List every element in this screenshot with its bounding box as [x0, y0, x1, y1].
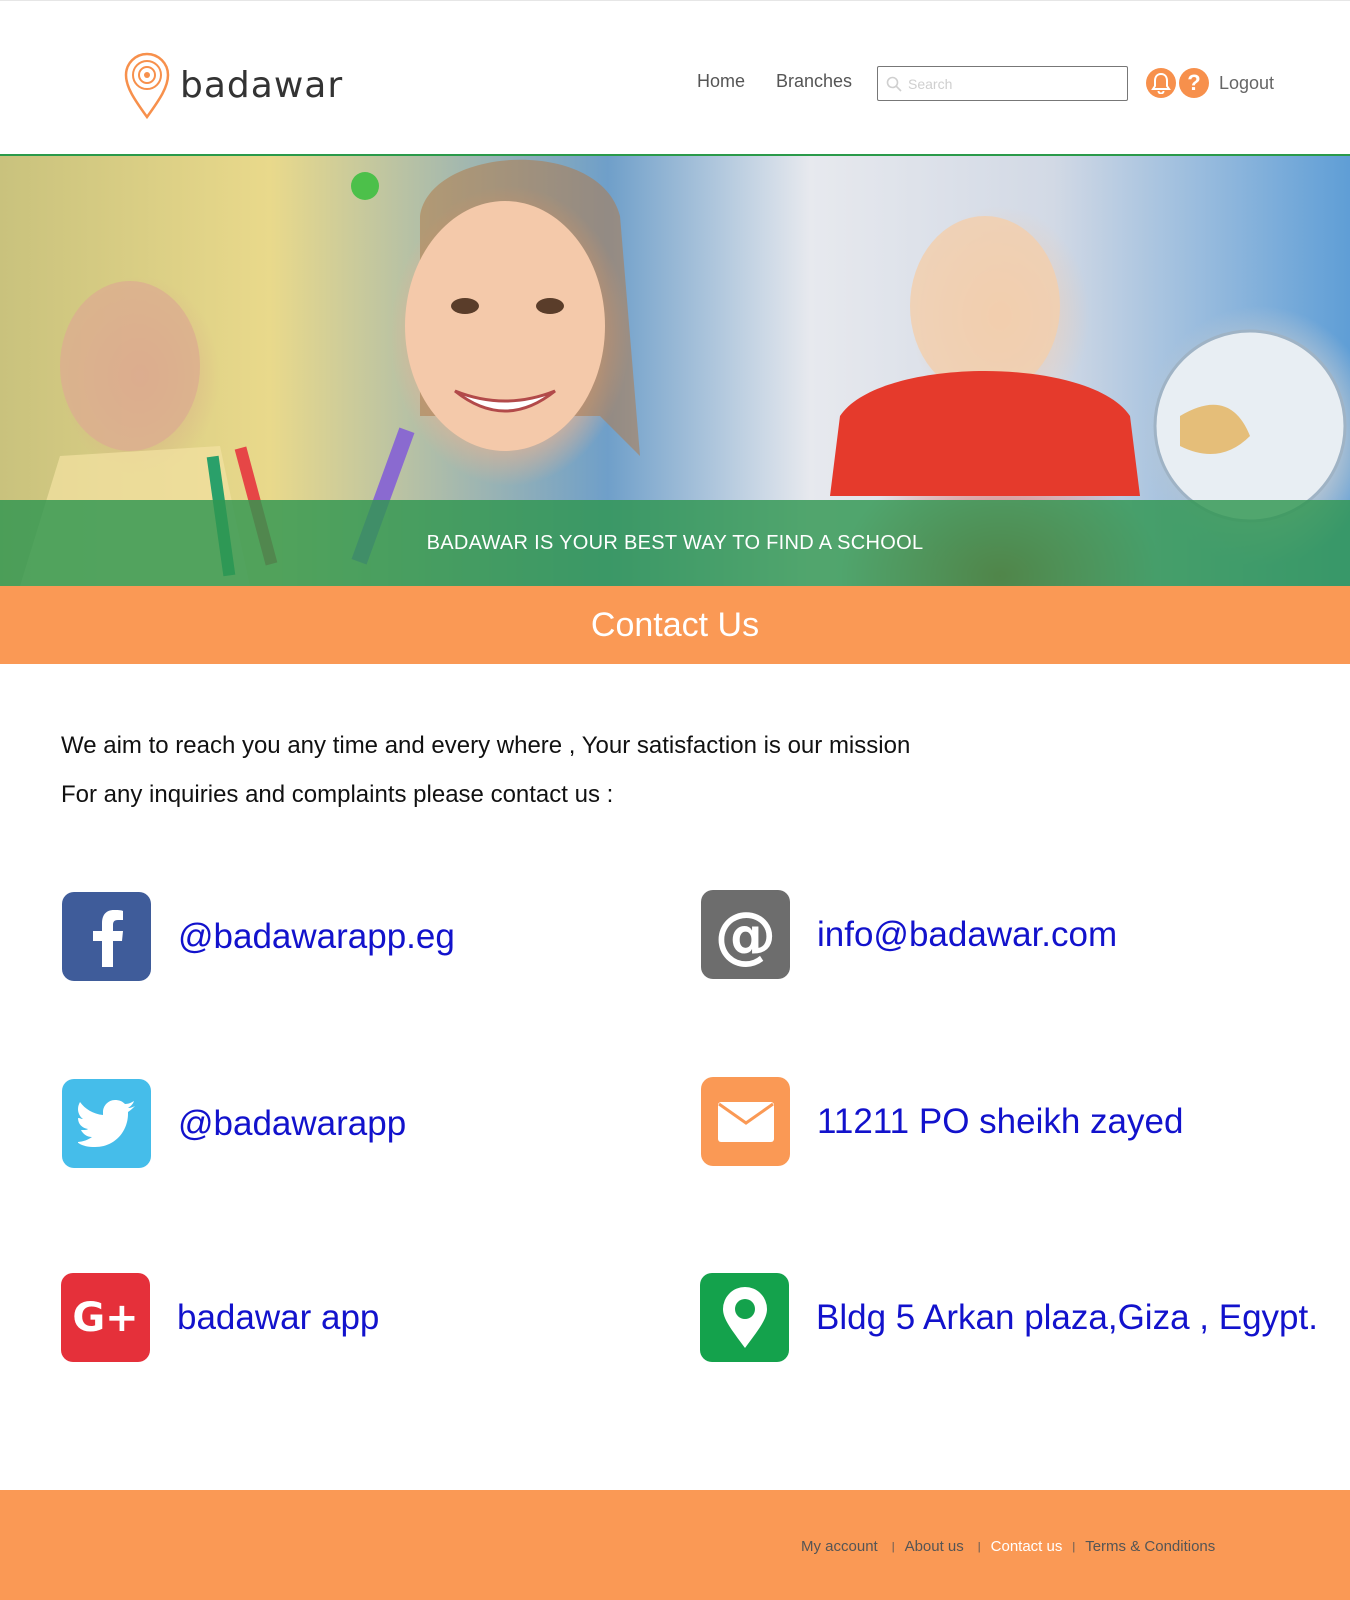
search-input[interactable]: [908, 75, 1118, 92]
facebook-icon: [62, 892, 151, 981]
nav-branches-link[interactable]: Branches: [776, 71, 852, 92]
page-title-band: Contact Us: [0, 586, 1350, 664]
intro-mission-text: We aim to reach you any time and every w…: [61, 732, 911, 759]
facebook-handle[interactable]: @badawarapp.eg: [178, 917, 455, 957]
notifications-bell-icon[interactable]: [1146, 68, 1176, 98]
help-question-icon[interactable]: ?: [1179, 68, 1209, 98]
contact-twitter[interactable]: @badawarapp: [62, 1079, 406, 1168]
contact-address[interactable]: Bldg 5 Arkan plaza,Giza , Egypt.: [700, 1273, 1318, 1362]
twitter-bird-icon: [62, 1079, 151, 1168]
footer-terms-link[interactable]: Terms & Conditions: [1085, 1538, 1215, 1555]
mail-envelope-icon: [701, 1077, 790, 1166]
nav-home-link[interactable]: Home: [697, 71, 745, 92]
logout-link[interactable]: Logout: [1219, 73, 1274, 94]
intro-inquiries-text: For any inquiries and complaints please …: [61, 781, 614, 808]
contact-email[interactable]: @ info@badawar.com: [701, 890, 1117, 979]
footer-about-us-link[interactable]: About us: [905, 1538, 964, 1555]
footer-separator: |: [1072, 1540, 1076, 1553]
search-icon: [886, 76, 902, 92]
googleplus-page[interactable]: badawar app: [177, 1298, 379, 1338]
logo[interactable]: badawar: [124, 51, 343, 119]
location-pin-icon: [700, 1273, 789, 1362]
contact-googleplus[interactable]: G+ badawar app: [61, 1273, 379, 1362]
contact-facebook[interactable]: @badawarapp.eg: [62, 892, 455, 981]
office-address: Bldg 5 Arkan plaza,Giza , Egypt.: [816, 1297, 1318, 1337]
email-at-icon: @: [701, 890, 790, 979]
logo-text: badawar: [180, 64, 344, 106]
page-title: Contact Us: [590, 605, 760, 644]
badawar-pin-logo-icon: [124, 52, 170, 119]
header: badawar Home Branches ? Logout: [0, 0, 1350, 156]
hero-tagline-band: BADAWAR IS YOUR BEST WAY TO FIND A SCHOO…: [0, 500, 1350, 586]
google-plus-icon: G+: [61, 1273, 150, 1362]
hero-banner-image: BADAWAR IS YOUR BEST WAY TO FIND A SCHOO…: [0, 156, 1350, 586]
footer-my-account-link[interactable]: My account: [801, 1538, 878, 1555]
contact-mail[interactable]: 11211 PO sheikh zayed: [701, 1077, 1183, 1166]
mail-po-box: 11211 PO sheikh zayed: [817, 1101, 1184, 1141]
footer-links: My account | About us | Contact us | Ter…: [801, 1538, 1215, 1555]
hero-tagline: BADAWAR IS YOUR BEST WAY TO FIND A SCHOO…: [426, 531, 924, 554]
footer-contact-us-link[interactable]: Contact us: [991, 1538, 1063, 1555]
twitter-handle[interactable]: @badawarapp: [178, 1104, 406, 1144]
footer-separator: |: [891, 1540, 895, 1553]
search-box[interactable]: [877, 66, 1128, 101]
footer-separator: |: [977, 1540, 981, 1553]
email-address[interactable]: info@badawar.com: [817, 915, 1117, 955]
